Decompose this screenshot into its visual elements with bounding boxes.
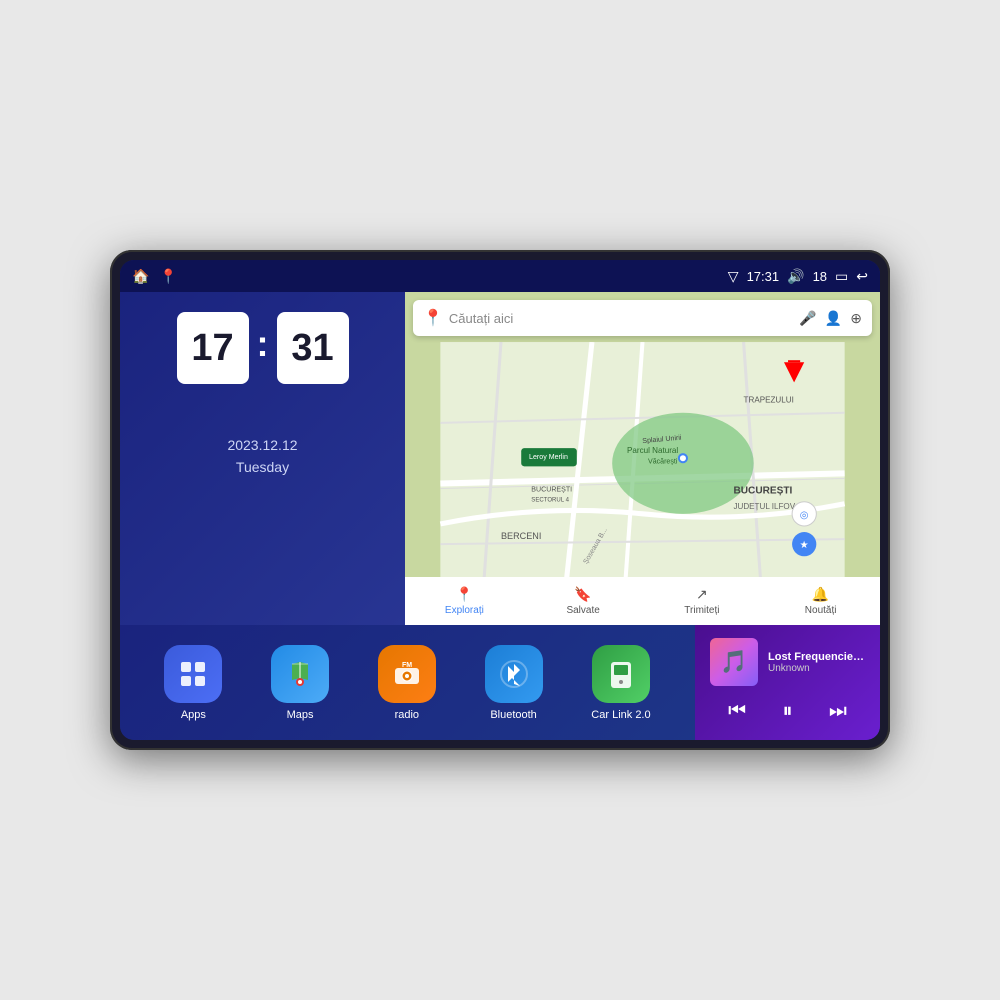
music-text-info: Lost Frequencies_Janieck Devy-... Unknow… [768,651,865,674]
app-icon-carlink[interactable]: Car Link 2.0 [591,645,650,721]
volume-icon[interactable]: 🔊 [787,268,804,285]
layers-icon[interactable]: ⊕ [850,310,862,327]
maps-status-icon[interactable]: 📍 [159,268,176,285]
signal-icon: ▽ [728,268,739,285]
album-art: 🎵 [710,638,758,686]
battery-level: 18 [813,269,827,284]
music-artist: Unknown [768,663,865,674]
radio-label: radio [395,709,419,721]
mic-icon[interactable]: 🎤 [799,310,816,327]
apps-icon-circle [164,645,222,703]
app-icon-radio[interactable]: FM radio [378,645,436,721]
main-content: 17 : 31 2023.12.12 Tuesday 📍 Căutați aic… [120,292,880,625]
account-icon[interactable]: 👤 [825,310,842,327]
explore-icon: 📍 [456,586,473,603]
svg-text:Parcul Natural: Parcul Natural [627,446,678,455]
home-icon[interactable]: 🏠 [132,268,149,285]
app-icon-apps[interactable]: Apps [164,645,222,721]
map-tab-news-label: Noutăți [805,605,837,616]
map-pin-icon: 📍 [423,308,443,328]
bluetooth-label: Bluetooth [490,709,536,721]
clock-widget: 17 : 31 [140,312,385,384]
app-icon-maps[interactable]: Maps [271,645,329,721]
album-art-image: 🎵 [710,638,758,686]
app-icons-panel: Apps Maps [120,625,695,740]
clock-hours: 17 [177,312,249,384]
status-bar-right: ▽ 17:31 🔊 18 ▭ ↩ [728,268,868,285]
play-pause-button[interactable]: ⏸ [772,696,802,727]
radio-icon-circle: FM [378,645,436,703]
carlink-label: Car Link 2.0 [591,709,650,721]
map-tab-share[interactable]: ↗ Trimiteți [643,586,762,616]
map-search-bar[interactable]: 📍 Căutați aici 🎤 👤 ⊕ [413,300,872,336]
map-tab-explore-label: Explorați [445,605,484,616]
svg-text:BUCUREȘTI: BUCUREȘTI [733,486,792,497]
map-search-placeholder[interactable]: Căutați aici [449,311,793,326]
svg-text:Leroy Merlin: Leroy Merlin [529,454,568,461]
next-button[interactable]: ⏭ [819,696,857,727]
svg-text:◎: ◎ [800,510,809,521]
map-tab-news[interactable]: 🔔 Noutăți [761,586,880,616]
car-display-device: 🏠 📍 ▽ 17:31 🔊 18 ▭ ↩ 17 : 31 [110,250,890,750]
svg-text:BERCENI: BERCENI [501,531,541,541]
map-tab-explore[interactable]: 📍 Explorați [405,586,524,616]
date-widget: 2023.12.12 Tuesday [140,434,385,479]
music-info-row: 🎵 Lost Frequencies_Janieck Devy-... Unkn… [710,638,865,686]
music-controls: ⏮ ⏸ ⏭ [710,696,865,727]
map-tab-saved-label: Salvate [566,605,599,616]
prev-button[interactable]: ⏮ [718,696,756,727]
music-player: 🎵 Lost Frequencies_Janieck Devy-... Unkn… [695,625,880,740]
day-value: Tuesday [140,456,385,478]
share-icon: ↗ [696,586,708,603]
map-bottom-bar: 📍 Explorați 🔖 Salvate ↗ Trimiteți 🔔 Nout… [405,577,880,625]
bottom-section: Apps Maps [120,625,880,740]
maps-label: Maps [287,709,314,721]
device-screen: 🏠 📍 ▽ 17:31 🔊 18 ▭ ↩ 17 : 31 [120,260,880,740]
status-bar-left: 🏠 📍 [132,268,177,285]
saved-icon: 🔖 [574,586,591,603]
svg-text:BUCUREȘTI: BUCUREȘTI [531,487,572,494]
clock-minutes: 31 [277,312,349,384]
apps-label: Apps [181,709,206,721]
map-search-action-icons: 🎤 👤 ⊕ [799,310,862,327]
svg-text:Văcărești: Văcărești [648,458,678,465]
map-tab-share-label: Trimiteți [684,605,719,616]
date-value: 2023.12.12 [140,434,385,456]
svg-text:★: ★ [800,540,809,551]
clock-panel: 17 : 31 2023.12.12 Tuesday [120,292,405,625]
svg-text:TRAPEZULUI: TRAPEZULUI [744,396,794,405]
svg-text:SECTORUL 4: SECTORUL 4 [531,498,569,504]
music-title: Lost Frequencies_Janieck Devy-... [768,651,865,663]
news-icon: 🔔 [812,586,829,603]
map-panel[interactable]: 📍 Căutați aici 🎤 👤 ⊕ [405,292,880,625]
app-icon-bluetooth[interactable]: Bluetooth [485,645,543,721]
map-tab-saved[interactable]: 🔖 Salvate [524,586,643,616]
maps-icon-circle [271,645,329,703]
clock-colon: : [257,323,269,365]
svg-text:FM: FM [402,662,412,669]
battery-icon: ▭ [835,268,848,285]
svg-text:JUDEȚUL ILFOV: JUDEȚUL ILFOV [733,502,795,511]
clock-status: 17:31 [747,269,780,284]
bluetooth-icon-circle [485,645,543,703]
back-icon[interactable]: ↩ [856,268,868,285]
status-bar: 🏠 📍 ▽ 17:31 🔊 18 ▭ ↩ [120,260,880,292]
carlink-icon-circle [592,645,650,703]
